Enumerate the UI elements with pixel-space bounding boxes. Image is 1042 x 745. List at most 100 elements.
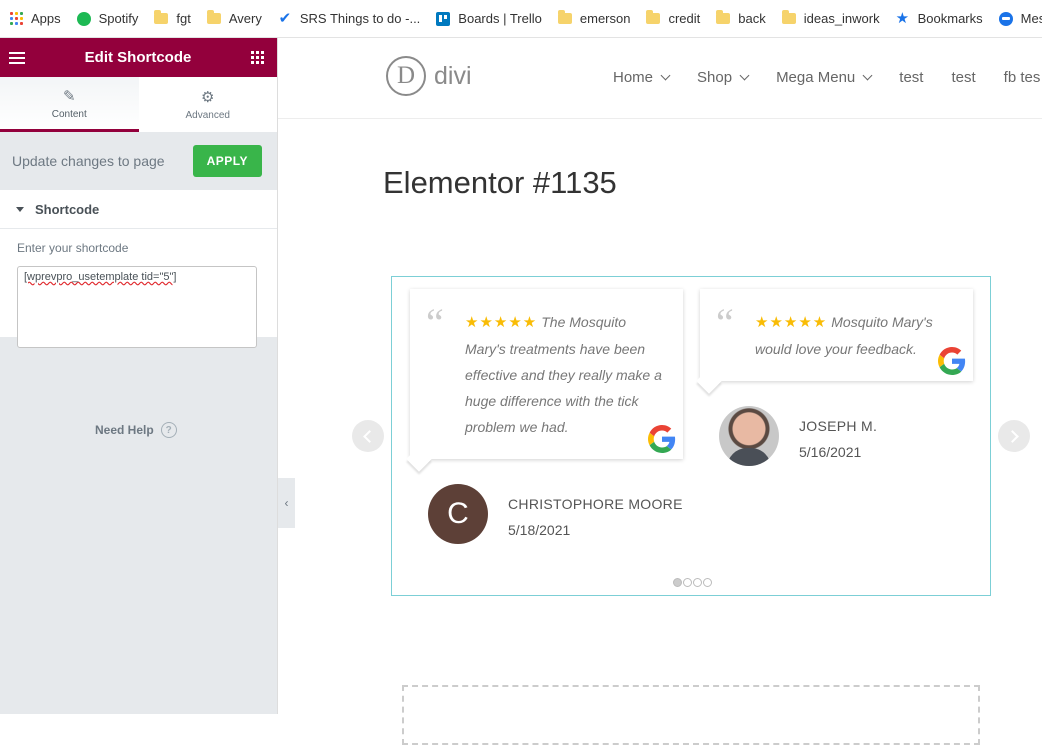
bookmark-label: Apps (31, 11, 61, 26)
bookmark-label: emerson (579, 11, 631, 26)
bookmark-messages[interactable]: Message (998, 11, 1042, 26)
divi-logo[interactable]: D divi (386, 56, 472, 96)
five-stars-icon: ★★★★★ (755, 314, 828, 331)
bookmark-spotify[interactable]: Spotify (76, 11, 139, 26)
messages-icon (998, 11, 1013, 26)
need-help-link[interactable]: Need Help ? (95, 422, 177, 438)
slider-prev-button[interactable] (352, 420, 384, 452)
bookmark-apps[interactable]: Apps (10, 11, 61, 26)
review-body: The Mosquito Mary's treatments have been… (465, 314, 662, 435)
pagination-dot[interactable] (673, 578, 682, 587)
hamburger-menu-icon[interactable] (9, 51, 25, 64)
review-card: “ ★★★★★ Mosquito Mary's would love your f… (700, 289, 973, 381)
avatar: C (428, 484, 488, 544)
folder-icon (154, 10, 169, 24)
panel-tabs: ✎ Content ⚙ Advanced (0, 77, 277, 132)
empty-section-dropzone[interactable] (402, 685, 980, 745)
tab-label: Advanced (185, 110, 230, 121)
shortcode-section-body: Enter your shortcode (0, 229, 277, 348)
reviewer-name: CHRISTOPHORE MOORE (508, 496, 683, 512)
tab-advanced[interactable]: ⚙ Advanced (139, 77, 278, 132)
chevron-down-icon (862, 70, 873, 81)
pagination-dot[interactable] (693, 578, 702, 587)
pencil-icon: ✎ (62, 87, 76, 105)
chevron-right-icon (1006, 429, 1019, 443)
logo-text: divi (434, 61, 472, 90)
avatar (719, 406, 779, 466)
bookmark-srs[interactable]: ✔ SRS Things to do -... (278, 9, 421, 27)
nav-item-home[interactable]: Home (613, 69, 671, 86)
nav-item-mega-menu[interactable]: Mega Menu (776, 69, 873, 86)
tab-label: Content (51, 108, 87, 120)
folder-icon (557, 10, 572, 24)
apply-button[interactable]: APPLY (192, 145, 262, 177)
widgets-grid-icon[interactable] (250, 51, 264, 64)
bookmark-bookmarks[interactable]: ★ Bookmarks (895, 9, 983, 27)
update-changes-text: Update changes to page (12, 153, 165, 169)
chevron-down-icon (660, 70, 671, 81)
bookmark-fgt[interactable]: fgt (154, 10, 191, 26)
nav-label: fb tes (1003, 69, 1041, 86)
bookmark-label: fgt (176, 11, 191, 26)
google-logo-icon (648, 425, 676, 453)
logo-mark: D (386, 56, 426, 96)
shortcode-field-label: Enter your shortcode (17, 241, 129, 255)
bookmark-trello[interactable]: Boards | Trello (436, 11, 542, 26)
bookmark-ideas-inwork[interactable]: ideas_inwork (781, 10, 880, 26)
review-text: ★★★★★ Mosquito Mary's would love your fee… (755, 309, 955, 362)
nav-label: test (951, 69, 976, 86)
main-nav: Home Shop Mega Menu test test fb tes (613, 69, 1042, 86)
slider-next-button[interactable] (998, 420, 1030, 452)
folder-icon (206, 10, 221, 24)
need-help-label: Need Help (95, 423, 154, 437)
bookmark-label: Message (1020, 11, 1042, 26)
slider-pagination (673, 578, 713, 587)
bookmarks-bar: Apps Spotify fgt Avery ✔ SRS Things to d… (0, 0, 1042, 38)
star-icon: ★ (895, 9, 910, 27)
site-header: D divi Home Shop Mega Menu test test fb … (278, 38, 1042, 119)
help-circle-icon: ? (160, 422, 177, 438)
pagination-dot[interactable] (683, 578, 692, 587)
chevron-down-icon (739, 70, 750, 81)
bookmark-credit[interactable]: credit (646, 10, 701, 26)
tab-content[interactable]: ✎ Content (0, 77, 139, 132)
folder-icon (646, 10, 661, 24)
chevron-left-icon (363, 429, 376, 443)
bookmark-back[interactable]: back (716, 10, 766, 26)
panel-title: Edit Shortcode (84, 49, 192, 66)
update-changes-row: Update changes to page APPLY (0, 132, 277, 190)
shortcode-textarea[interactable] (17, 266, 257, 348)
reviewer-name: JOSEPH M. (799, 418, 878, 434)
nav-item-shop[interactable]: Shop (697, 69, 750, 86)
nav-item-test[interactable]: test (899, 69, 923, 86)
five-stars-icon: ★★★★★ (465, 314, 538, 331)
nav-item-test-2[interactable]: test (951, 69, 975, 86)
bookmark-label: Bookmarks (917, 11, 983, 26)
nav-label: Shop (697, 69, 733, 86)
elementor-panel: Edit Shortcode ✎ Content ⚙ Advanced Upda… (0, 38, 278, 714)
bookmark-label: Boards | Trello (458, 11, 542, 26)
review-card: “ ★★★★★ The Mosquito Mary's treatments ha… (410, 289, 683, 459)
gear-icon: ⚙ (201, 89, 215, 106)
bookmark-label: SRS Things to do -... (299, 11, 421, 26)
pagination-dot[interactable] (703, 578, 712, 587)
bookmark-avery[interactable]: Avery (206, 10, 262, 26)
nav-item-fb-test[interactable]: fb tes (1004, 69, 1041, 86)
checkmark-icon: ✔ (278, 9, 292, 27)
quote-mark-icon: “ (426, 300, 444, 345)
bookmark-label: back (738, 11, 766, 26)
quote-mark-icon: “ (716, 300, 734, 345)
folder-icon (781, 10, 796, 24)
site-preview: D divi Home Shop Mega Menu test test fb … (278, 38, 1042, 745)
bookmark-label: Spotify (98, 11, 139, 26)
nav-label: Mega Menu (776, 69, 856, 86)
section-title: Shortcode (35, 201, 100, 217)
page-title: Elementor #1135 (383, 165, 617, 200)
bookmark-label: credit (668, 11, 701, 26)
bookmark-emerson[interactable]: emerson (557, 10, 631, 26)
spotify-icon (76, 11, 91, 26)
nav-label: test (899, 69, 924, 86)
google-logo-icon (938, 347, 966, 375)
shortcode-section-toggle[interactable]: Shortcode (0, 190, 277, 229)
bookmark-label: Avery (228, 11, 262, 26)
